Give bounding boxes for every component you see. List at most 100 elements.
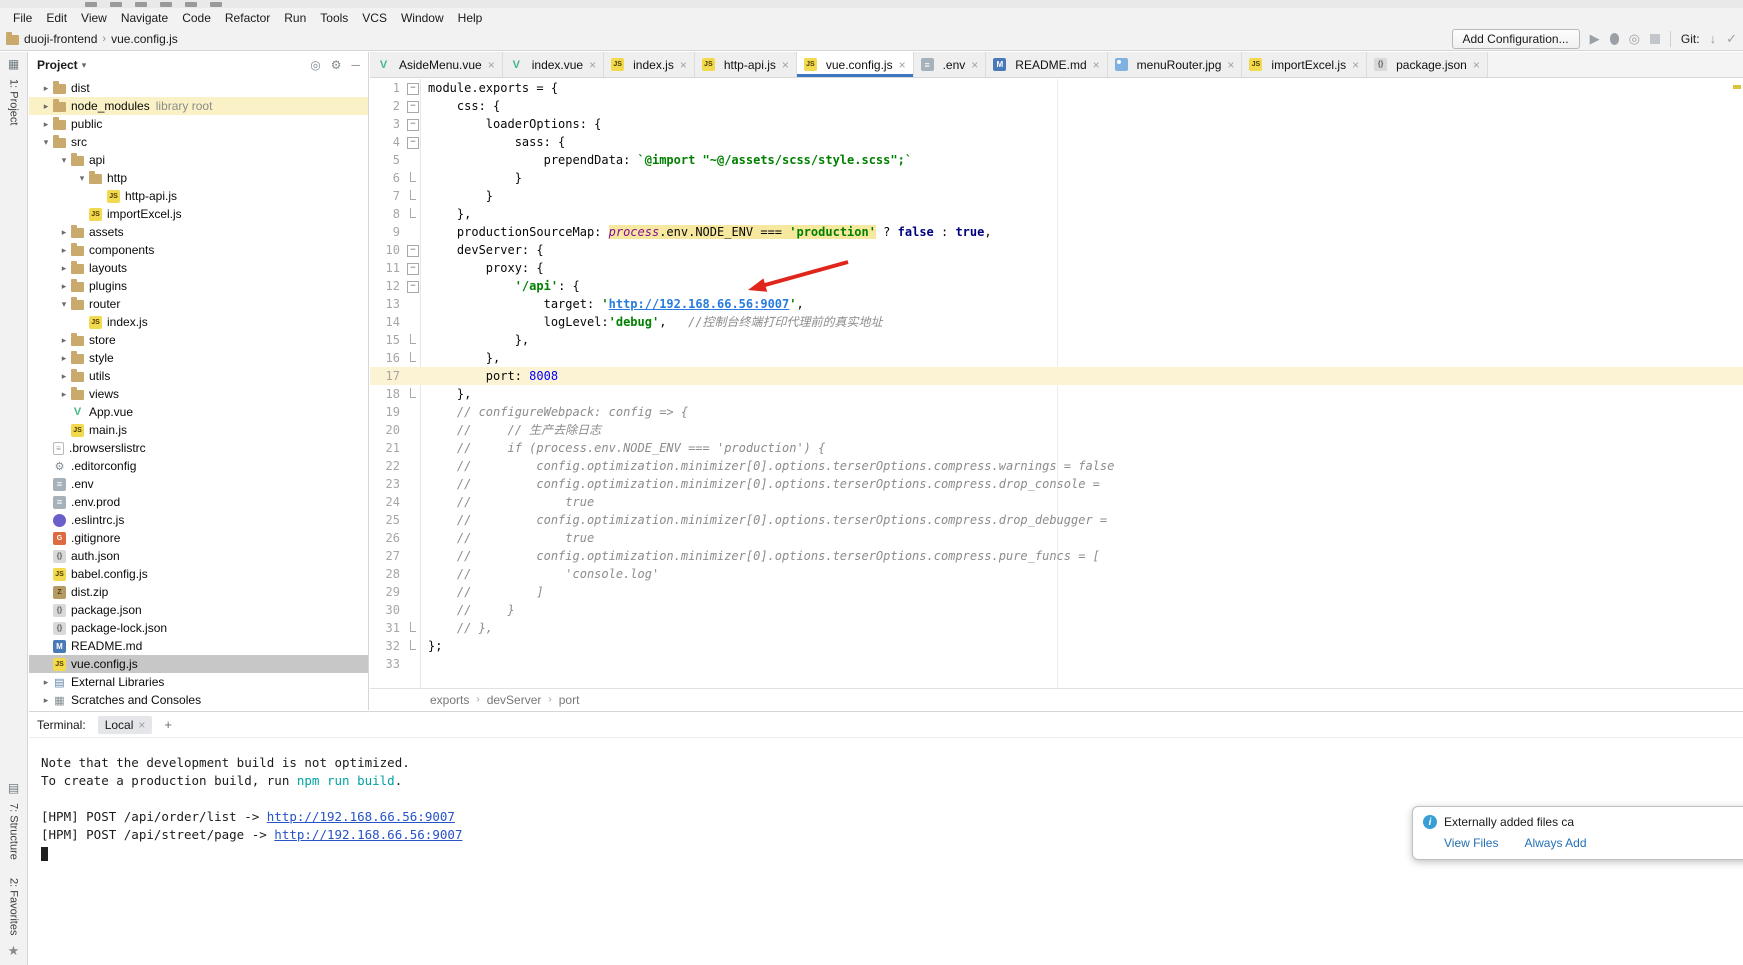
new-terminal-icon[interactable]: + (164, 717, 172, 732)
fold-end-icon[interactable] (404, 637, 420, 655)
code-line-20[interactable]: 20 // // 生产去除日志 (370, 421, 1743, 439)
tree-item-external-libraries[interactable]: ▸External Libraries (29, 673, 368, 691)
code-line-24[interactable]: 24 // true (370, 493, 1743, 511)
code-line-1[interactable]: 1module.exports = { (370, 79, 1743, 97)
tree-item-babel-config-js[interactable]: babel.config.js (29, 565, 368, 583)
close-tab-icon[interactable]: × (488, 58, 495, 72)
menu-item-help[interactable]: Help (451, 9, 490, 27)
close-tab-icon[interactable]: × (1473, 58, 1480, 72)
tree-item-plugins[interactable]: ▸plugins (29, 277, 368, 295)
fold-end-icon[interactable] (404, 205, 420, 223)
fold-end-icon[interactable] (404, 385, 420, 403)
code-line-18[interactable]: 18 }, (370, 385, 1743, 403)
tree-item-package-json[interactable]: package.json (29, 601, 368, 619)
close-tab-icon[interactable]: × (1352, 58, 1359, 72)
code-line-4[interactable]: 4 sass: { (370, 133, 1743, 151)
chevron-right-icon[interactable]: ▸ (39, 695, 53, 706)
menu-item-file[interactable]: File (6, 9, 39, 27)
tree-item-vue-config-js[interactable]: vue.config.js (29, 655, 368, 673)
chevron-down-icon[interactable]: ▾ (82, 60, 87, 71)
chevron-right-icon[interactable]: ▸ (57, 263, 71, 274)
fold-end-icon[interactable] (404, 349, 420, 367)
tab-index-js[interactable]: index.js× (604, 52, 695, 77)
tree-item-env[interactable]: .env (29, 475, 368, 493)
chevron-right-icon[interactable]: ▸ (57, 371, 71, 382)
code-line-25[interactable]: 25 // config.optimization.minimizer[0].o… (370, 511, 1743, 529)
fold-end-icon[interactable] (404, 187, 420, 205)
fold-start-icon[interactable] (404, 115, 420, 133)
code-line-12[interactable]: 12 '/api': { (370, 277, 1743, 295)
menu-item-refactor[interactable]: Refactor (218, 9, 277, 27)
close-tab-icon[interactable]: × (782, 58, 789, 72)
code-line-17[interactable]: 17 port: 8008 (370, 367, 1743, 385)
stop-icon[interactable] (1650, 34, 1660, 44)
fold-start-icon[interactable] (404, 133, 420, 151)
code-line-8[interactable]: 8 }, (370, 205, 1743, 223)
view-files-link[interactable]: View Files (1444, 836, 1498, 850)
close-terminal-tab-icon[interactable]: × (138, 718, 145, 732)
tree-item-auth-json[interactable]: auth.json (29, 547, 368, 565)
chevron-right-icon[interactable]: ▸ (57, 353, 71, 364)
code-line-23[interactable]: 23 // config.optimization.minimizer[0].o… (370, 475, 1743, 493)
tab-http-api-js[interactable]: http-api.js× (695, 52, 797, 77)
chevron-right-icon[interactable]: ▸ (57, 281, 71, 292)
code-line-27[interactable]: 27 // config.optimization.minimizer[0].o… (370, 547, 1743, 565)
tree-item-store[interactable]: ▸store (29, 331, 368, 349)
tab-index-vue[interactable]: index.vue× (503, 52, 604, 77)
menu-item-code[interactable]: Code (175, 9, 218, 27)
code-breadcrumb-port[interactable]: port (559, 693, 580, 707)
menu-item-vcs[interactable]: VCS (355, 9, 394, 27)
tree-item-env-prod[interactable]: .env.prod (29, 493, 368, 511)
close-tab-icon[interactable]: × (899, 58, 906, 72)
tree-item-editorconfig[interactable]: .editorconfig (29, 457, 368, 475)
tree-item-main-js[interactable]: main.js (29, 421, 368, 439)
chevron-right-icon[interactable]: ▸ (39, 101, 53, 112)
project-tool-icon[interactable]: ▦ (8, 57, 19, 71)
fold-end-icon[interactable] (404, 169, 420, 187)
chevron-down-icon[interactable]: ▾ (75, 173, 89, 184)
tree-item-gitignore[interactable]: .gitignore (29, 529, 368, 547)
tree-item-src[interactable]: ▾src (29, 133, 368, 151)
chevron-right-icon[interactable]: ▸ (39, 119, 53, 130)
tree-item-importexcel-js[interactable]: importExcel.js (29, 205, 368, 223)
debug-icon[interactable] (1610, 33, 1619, 45)
tree-item-http[interactable]: ▾http (29, 169, 368, 187)
always-add-link[interactable]: Always Add (1524, 836, 1586, 850)
menu-item-window[interactable]: Window (394, 9, 451, 27)
chevron-right-icon[interactable]: ▸ (39, 83, 53, 94)
close-tab-icon[interactable]: × (680, 58, 687, 72)
chevron-right-icon[interactable]: ▸ (57, 227, 71, 238)
tree-item-public[interactable]: ▸public (29, 115, 368, 133)
close-tab-icon[interactable]: × (1227, 58, 1234, 72)
code-line-7[interactable]: 7 } (370, 187, 1743, 205)
code-line-31[interactable]: 31 // }, (370, 619, 1743, 637)
fold-end-icon[interactable] (404, 619, 420, 637)
tree-item-router[interactable]: ▾router (29, 295, 368, 313)
structure-tool-button[interactable]: 7: Structure (8, 803, 20, 860)
code-line-14[interactable]: 14 logLevel:'debug', //控制台终端打印代理前的真实地址 (370, 313, 1743, 331)
project-panel-title[interactable]: Project (37, 58, 78, 72)
code-line-19[interactable]: 19 // configureWebpack: config => { (370, 403, 1743, 421)
favorites-tool-button[interactable]: 2: Favorites (8, 878, 20, 935)
code-line-9[interactable]: 9 productionSourceMap: process.env.NODE_… (370, 223, 1743, 241)
code-line-5[interactable]: 5 prependData: `@import "~@/assets/scss/… (370, 151, 1743, 169)
tab-vue-config-js[interactable]: vue.config.js× (797, 52, 914, 77)
tree-item-http-api-js[interactable]: http-api.js (29, 187, 368, 205)
git-update-icon[interactable]: ↓ (1710, 32, 1717, 45)
code-line-10[interactable]: 10 devServer: { (370, 241, 1743, 259)
chevron-right-icon[interactable]: ▸ (57, 335, 71, 346)
close-tab-icon[interactable]: × (1093, 58, 1100, 72)
code-line-13[interactable]: 13 target: 'http://192.168.66.56:9007', (370, 295, 1743, 313)
locate-file-icon[interactable]: ◎ (310, 58, 320, 72)
chevron-right-icon[interactable]: ▸ (57, 389, 71, 400)
coverage-icon[interactable]: ◎ (1629, 32, 1640, 45)
code-line-21[interactable]: 21 // if (process.env.NODE_ENV === 'prod… (370, 439, 1743, 457)
tab-env[interactable]: .env× (914, 52, 987, 77)
code-line-26[interactable]: 26 // true (370, 529, 1743, 547)
tree-item-dist-zip[interactable]: dist.zip (29, 583, 368, 601)
breadcrumb-file[interactable]: vue.config.js (111, 32, 178, 46)
code-line-2[interactable]: 2 css: { (370, 97, 1743, 115)
structure-tool-icon[interactable]: ▤ (8, 781, 19, 795)
tree-item-api[interactable]: ▾api (29, 151, 368, 169)
url-link[interactable]: http://192.168.66.56:9007 (609, 297, 790, 311)
